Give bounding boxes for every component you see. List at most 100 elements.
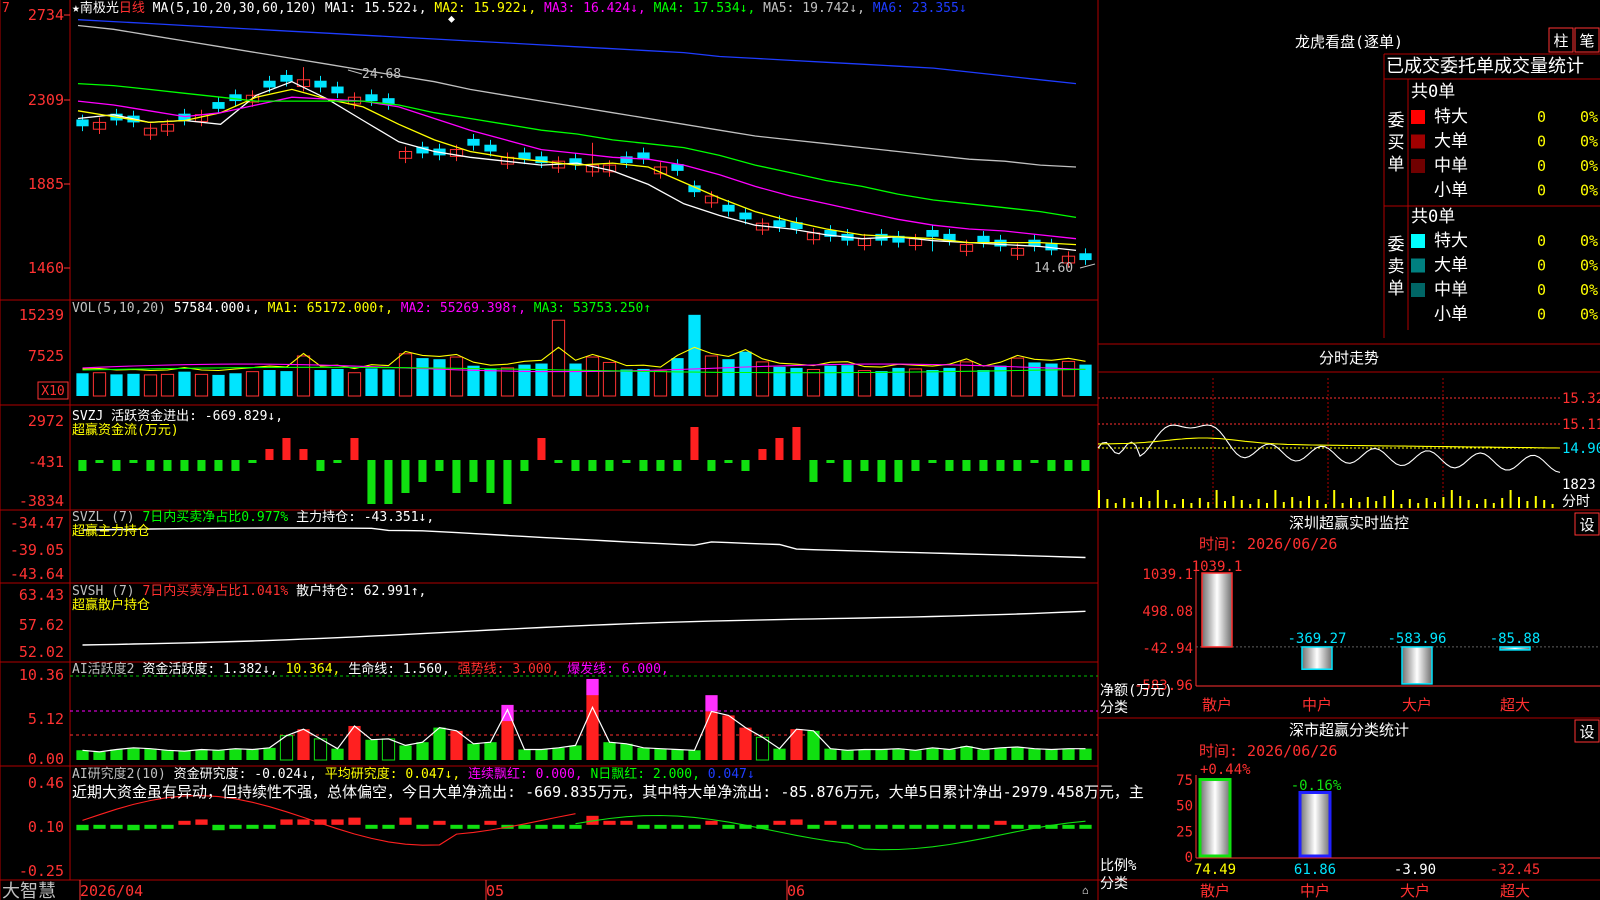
vol-bar-down: [314, 370, 327, 396]
activity-bar-outline: [313, 738, 328, 761]
vol-bar-up: [449, 356, 464, 397]
classify-ylabel2: 分类: [1100, 876, 1128, 892]
classify-ylabel: 比例%: [1100, 858, 1137, 874]
candle-body-down: [314, 80, 327, 88]
fenshi-ytick: 15.11: [1562, 417, 1600, 433]
fenshi-vol-bar: [1156, 490, 1159, 508]
svsh-ytick: 57.62: [19, 616, 64, 634]
activity-burst-cap: [586, 678, 599, 696]
flow-bar-negative: [486, 460, 495, 493]
monitor-bar: [1499, 646, 1531, 651]
vol-legend-part-4: MA3: 53753.250↑: [534, 301, 651, 316]
candle-body-down: [722, 204, 735, 212]
candle-body-down: [467, 138, 480, 146]
activity-bar: [688, 750, 701, 760]
research-bar-negative: [1079, 824, 1092, 829]
vol-bar-down: [977, 370, 990, 396]
research-bar-positive: [399, 817, 412, 825]
research-bar-positive: [620, 820, 633, 825]
research-bar-negative: [1011, 824, 1024, 829]
monitor-bar-label: -85.88: [1490, 631, 1541, 647]
fenshi-vol-bar: [1207, 502, 1210, 508]
vol-bar-down: [926, 370, 939, 396]
sell-side-label: 单: [1388, 279, 1405, 299]
activity-bar: [620, 743, 633, 760]
activity-bar: [110, 749, 123, 760]
vol-bar-up: [653, 370, 668, 397]
buy-total: 共0单: [1411, 82, 1455, 102]
monitor-bar-label: -369.27: [1287, 631, 1346, 647]
activity-bar: [858, 749, 871, 760]
fenshi-vol-bar: [1408, 499, 1411, 508]
activity-life-line: [82, 705, 1086, 753]
kline-terminal: 7 ★南极光日线 MA(5,10,20,30,60,120) MA1: 15.52…: [0, 0, 1600, 900]
fenshi-vol-bar: [1400, 504, 1403, 508]
activity-bar: [263, 747, 276, 760]
sell-row-count: 0: [1537, 281, 1546, 299]
fenshi-vol-bar: [1190, 503, 1193, 508]
candle-body-down: [76, 119, 89, 127]
fenshi-vol-bar: [1518, 497, 1520, 508]
activity-bar: [960, 746, 973, 760]
research-bar-negative: [569, 824, 582, 829]
fenshi-vol-bar: [1459, 496, 1462, 508]
activity-bar: [518, 749, 531, 760]
fenshi-vol-bar: [1140, 497, 1142, 508]
vol-legend: VOL(5,10,20) 57584.000↓, MA1: 65172.000↑…: [72, 301, 651, 316]
activity-bar: [1011, 747, 1024, 760]
classify-bar: [1298, 790, 1332, 858]
vol-bar-up: [347, 372, 362, 397]
vol-bar-down: [875, 371, 888, 396]
research-bar-negative: [841, 824, 854, 829]
research-bar-negative: [875, 824, 888, 829]
main-legend-part-7: MA5: 19.742↓,: [763, 1, 873, 16]
research-bar-negative: [1062, 824, 1075, 829]
svzl-legend-part-1: 7日内买卖净占比0.977%: [142, 509, 296, 525]
buy-row-pct: 0%: [1580, 157, 1598, 175]
flow-bar-negative: [877, 460, 886, 482]
fenshi-vol-bar: [1417, 503, 1420, 508]
sell-row-label: 大单: [1434, 256, 1468, 276]
flow-bar-negative: [1064, 460, 1073, 471]
main-legend-part-5: MA3: 16.424↓,: [544, 1, 654, 16]
activity-bar: [977, 749, 990, 760]
research-bar-negative: [127, 824, 140, 831]
fenshi-vol-bar: [1215, 490, 1218, 508]
flow-bar-negative: [622, 460, 631, 463]
flow-bar-negative: [503, 460, 512, 504]
sell-row-pct: 0%: [1580, 232, 1598, 250]
vol-bar-up: [1061, 360, 1076, 397]
fenshi-vol-bar: [1333, 490, 1336, 508]
svzj-line2: 超赢资金流(万元): [72, 422, 179, 438]
classify-ytick: 0: [1185, 850, 1193, 866]
fenshi-vol-bar: [1476, 504, 1478, 508]
candle-body-down: [1079, 253, 1092, 261]
fenshi-vol-bar: [1543, 500, 1546, 508]
vol-bar-up: [143, 374, 158, 397]
research-bar-negative: [552, 824, 565, 829]
buy-row-pct: 0%: [1580, 133, 1598, 151]
flow-bar-negative: [452, 460, 461, 493]
vol-bar-down: [841, 365, 854, 396]
vol-bar-up: [908, 368, 923, 397]
flow-bar-negative: [1030, 460, 1039, 463]
activity-bar: [671, 749, 684, 760]
buy-row-count: 0: [1537, 157, 1546, 175]
commentary-text: 近期大资金虽有异动，但持续性不强，总体偏空，今日大单净流出: -669.835万…: [72, 783, 1144, 801]
vol-ytick: 7525: [28, 347, 64, 365]
ai2-legend-part-0: AI研究度2(10): [72, 766, 174, 782]
activity-bar: [705, 711, 718, 760]
flow-bar-negative: [180, 460, 189, 471]
research-bar-negative: [382, 824, 395, 829]
research-bar-positive: [280, 819, 293, 825]
main-legend-part-8: MA6: 23.355↓: [873, 1, 967, 16]
vol-bar-up: [296, 355, 311, 397]
svzl-ytick: -34.47: [10, 514, 64, 532]
buy-row-label: 大单: [1434, 132, 1468, 152]
vol-bar-up: [806, 368, 821, 397]
monitor-bar: [1401, 646, 1433, 685]
fenshi-vol-bar: [1467, 500, 1470, 508]
flow-bar-negative: [163, 460, 172, 471]
ai2-legend-part-1: 资金研究度: -0.024↓,: [174, 766, 325, 782]
ai2-legend-part-4: N日飘红: 2.000,: [590, 766, 707, 782]
